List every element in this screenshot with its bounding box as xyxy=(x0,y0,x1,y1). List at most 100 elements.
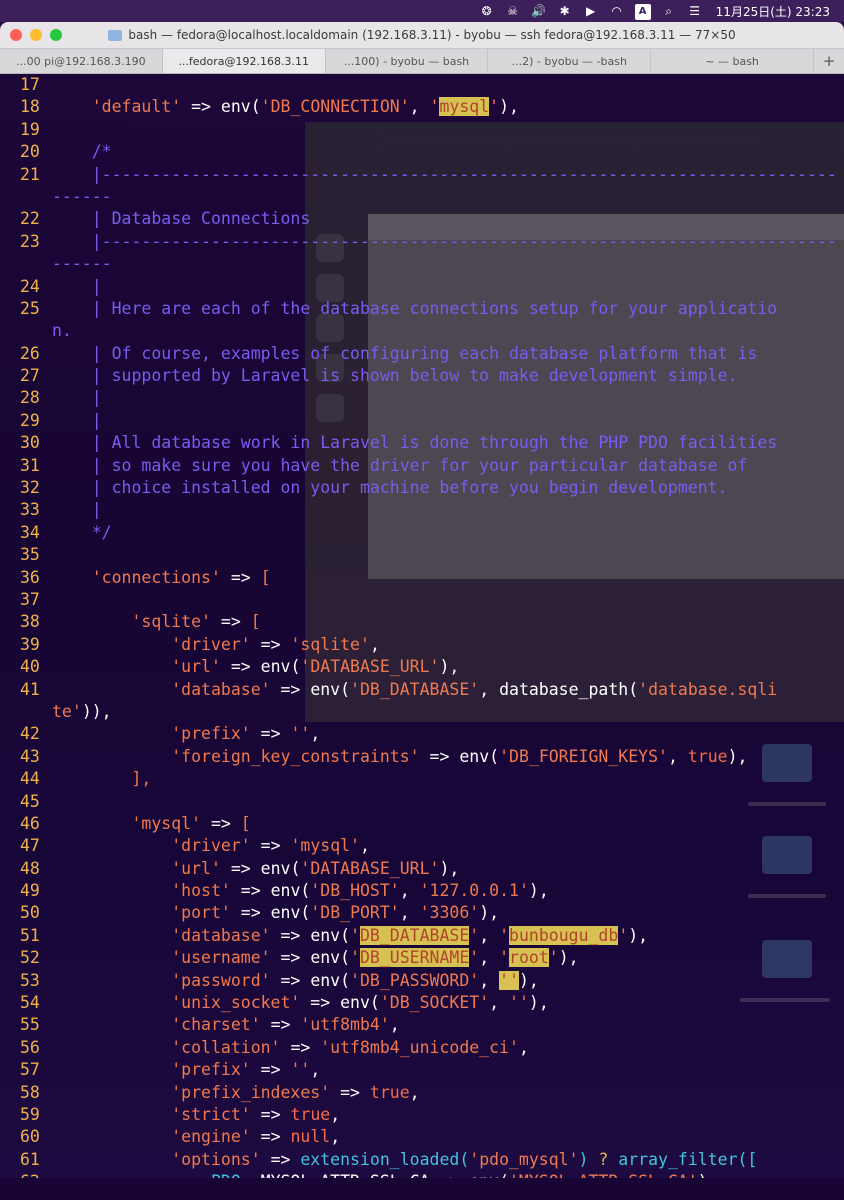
menubar-time: 23:23 xyxy=(795,4,830,19)
line-number: 61 xyxy=(20,1149,40,1169)
line-text: 'foreign_key_constraints' => env('DB_FOR… xyxy=(171,746,748,766)
control-center-icon[interactable]: ☰ xyxy=(682,4,708,18)
code-line: te')), xyxy=(52,701,112,721)
menubar-date: 11月25日(土) xyxy=(715,4,792,19)
search-icon[interactable]: ⌕ xyxy=(656,4,682,19)
code-line: 23 |------------------------------------… xyxy=(0,231,837,253)
window-title: bash — fedora@localhost.localdomain (192… xyxy=(108,28,736,42)
line-text: 'url' => env('DATABASE_URL'), xyxy=(171,657,460,677)
code-line: 59 'strict' => true, xyxy=(0,1104,837,1126)
line-text: 'prefix' => '', xyxy=(171,1060,321,1080)
line-text: | xyxy=(91,410,102,430)
window-controls xyxy=(10,29,62,41)
line-number: 42 xyxy=(20,724,40,744)
line-number: 60 xyxy=(20,1127,40,1147)
line-text: 'charset' => 'utf8mb4', xyxy=(171,1015,400,1035)
line-number: 19 xyxy=(20,119,40,139)
code-line: 52 'username' => env('DB_USERNAME', 'roo… xyxy=(0,947,837,969)
code-line: 26 | Of course, examples of configuring … xyxy=(0,343,837,365)
bluetooth-icon[interactable]: ✱ xyxy=(552,4,578,18)
code-view[interactable]: 17 18 'default' => env('DB_CONNECTION', '… xyxy=(0,74,837,1178)
code-line: 62 PDO::MYSQL_ATTR_SSL_CA => env('MYSQL_… xyxy=(0,1171,837,1178)
line-number: 17 xyxy=(20,75,40,94)
code-line: 49 'host' => env('DB_HOST', '127.0.0.1')… xyxy=(0,880,837,902)
line-text: | xyxy=(91,388,102,408)
code-line: 17 xyxy=(0,74,837,96)
line-text: 'port' => env('DB_PORT', '3306'), xyxy=(171,903,500,923)
menubar: ❂ ☠ 🔊 ✱ ▶ ◠ A ⌕ ☰ 11月25日(土) 23:23 xyxy=(0,0,844,22)
line-text: 'collation' => 'utf8mb4_unicode_ci', xyxy=(171,1037,529,1057)
line-number: 20 xyxy=(20,142,40,162)
line-text: | Of course, examples of configuring eac… xyxy=(91,343,758,363)
code-line: 44 ], xyxy=(0,768,837,790)
line-number: 40 xyxy=(20,657,40,677)
line-text: 'database' => env('DB_DATABASE', databas… xyxy=(171,679,778,699)
line-number: 45 xyxy=(20,791,40,811)
line-text: | xyxy=(91,276,102,296)
line-number: 35 xyxy=(20,545,40,565)
code-line: 20 /* xyxy=(0,141,837,163)
code-line: 40 'url' => env('DATABASE_URL'), xyxy=(0,656,837,678)
tab-fedora[interactable]: ...fedora@192.168.3.11 xyxy=(162,49,326,73)
code-line: 28 | xyxy=(0,387,837,409)
tab-byobu-bash[interactable]: ...100) - byobu — bash xyxy=(326,49,489,73)
code-line: 19 xyxy=(0,119,837,141)
line-text: 'database' => env('DB_DATABASE', 'bunbou… xyxy=(171,925,649,945)
line-text: | so make sure you have the driver for y… xyxy=(91,455,748,475)
code-line: 27 | supported by Laravel is shown below… xyxy=(0,365,837,387)
code-line: n. xyxy=(52,321,72,341)
folder-icon xyxy=(108,29,123,41)
volume-icon[interactable]: 🔊 xyxy=(526,4,552,18)
line-text: 'strict' => true, xyxy=(171,1104,341,1124)
line-text: |---------------------------------------… xyxy=(91,231,837,251)
code-line: 46 'mysql' => [ xyxy=(0,813,837,835)
code-line: 60 'engine' => null, xyxy=(0,1126,837,1148)
code-line: ------ xyxy=(52,186,112,206)
line-number: 62 xyxy=(0,1171,52,1178)
zoom-button[interactable] xyxy=(50,29,62,41)
line-number: 18 xyxy=(20,97,40,117)
tab-byobu-login-bash[interactable]: ...2) - byobu — -bash xyxy=(488,49,652,73)
code-line: 55 'charset' => 'utf8mb4', xyxy=(0,1014,837,1036)
new-tab-button[interactable]: + xyxy=(814,49,844,73)
code-line: 51 'database' => env('DB_DATABASE', 'bun… xyxy=(0,925,837,947)
line-number: 37 xyxy=(20,589,40,609)
menubar-clock[interactable]: 11月25日(土) 23:23 xyxy=(716,3,830,20)
code-line: 35 xyxy=(0,544,837,566)
line-number: 54 xyxy=(20,993,40,1013)
line-number: 32 xyxy=(20,478,40,498)
wifi-icon[interactable]: ◠ xyxy=(604,4,630,18)
tab-home-bash[interactable]: ~ — bash xyxy=(651,49,814,73)
line-number: 23 xyxy=(20,231,40,251)
line-number: 44 xyxy=(20,769,40,789)
tab-pi[interactable]: ...00 pi@192.168.3.190 xyxy=(0,49,163,73)
code-line: 48 'url' => env('DATABASE_URL'), xyxy=(0,858,837,880)
line-number: 56 xyxy=(20,1037,40,1057)
code-line: 50 'port' => env('DB_PORT', '3306'), xyxy=(0,902,837,924)
minimize-button[interactable] xyxy=(30,29,42,41)
code-line: 37 xyxy=(0,589,837,611)
line-number: 49 xyxy=(20,881,40,901)
line-text: */ xyxy=(91,522,112,542)
line-number: 50 xyxy=(20,903,40,923)
line-number: 27 xyxy=(20,366,40,386)
line-text: 'password' => env('DB_PASSWORD', ''), xyxy=(171,970,539,990)
bluetooth-like-icon[interactable]: ☠ xyxy=(500,4,526,18)
code-line: 36 'connections' => [ xyxy=(0,567,837,589)
line-number: 41 xyxy=(20,679,40,699)
line-number: 36 xyxy=(20,567,40,587)
play-icon[interactable]: ▶ xyxy=(578,4,604,18)
line-text: | Database Connections xyxy=(91,209,311,229)
line-text: | Here are each of the database connecti… xyxy=(91,298,778,318)
code-line: 57 'prefix' => '', xyxy=(0,1059,837,1081)
line-number: 38 xyxy=(20,612,40,632)
tab-bar: ...00 pi@192.168.3.190 ...fedora@192.168… xyxy=(0,49,844,74)
terminal-content[interactable]: 17 18 'default' => env('DB_CONNECTION', '… xyxy=(0,74,844,1178)
close-button[interactable] xyxy=(10,29,22,41)
input-source-icon[interactable]: A xyxy=(630,3,656,20)
line-number: 28 xyxy=(20,388,40,408)
title-bar[interactable]: bash — fedora@localhost.localdomain (192… xyxy=(0,22,844,49)
line-text: 'sqlite' => [ xyxy=(131,612,261,632)
wifi-share-icon[interactable]: ❂ xyxy=(474,4,500,18)
line-number: 39 xyxy=(20,634,40,654)
